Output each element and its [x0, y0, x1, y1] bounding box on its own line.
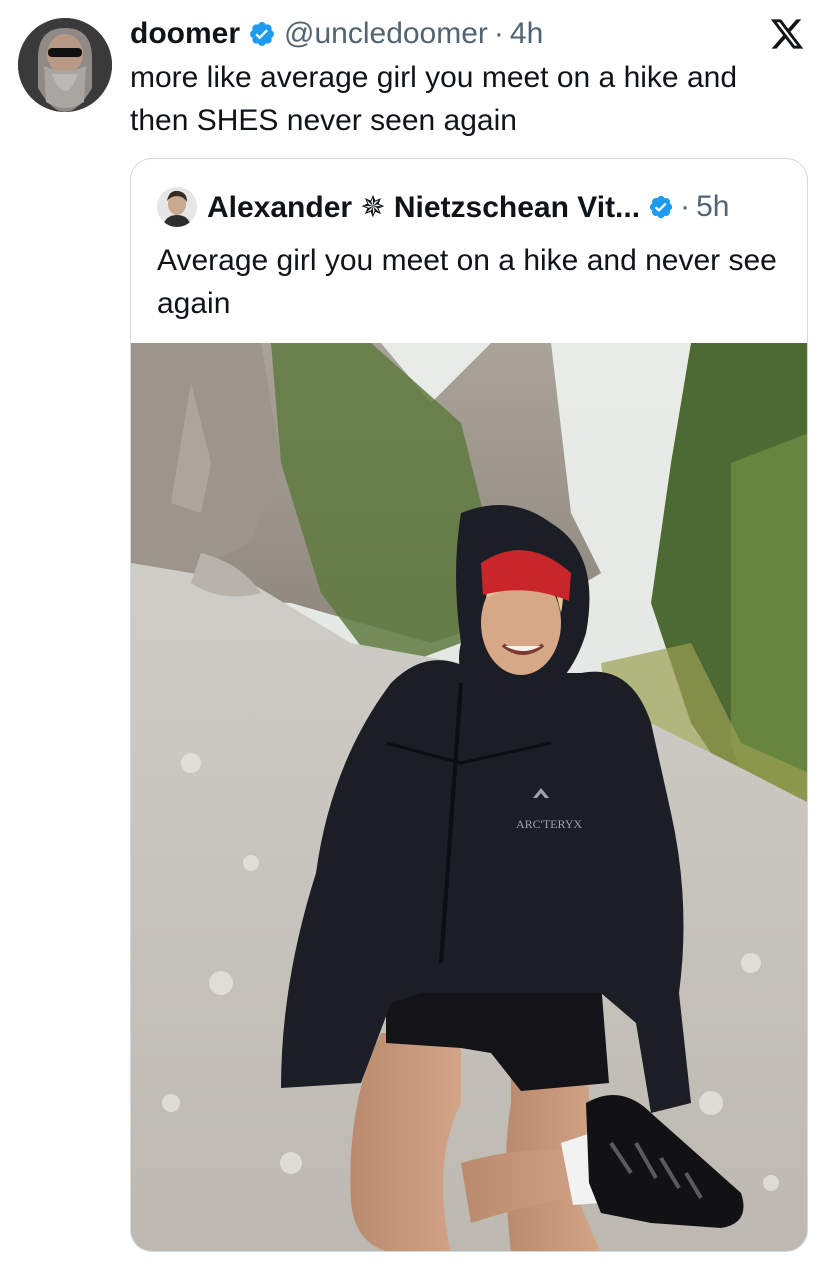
hiker-photo: ARC'TERYX [131, 343, 807, 1251]
bearded-man-sunglasses-avatar [18, 18, 112, 112]
separator-dot: · [493, 17, 504, 50]
quoted-tweet-photo[interactable]: ARC'TERYX [131, 343, 807, 1251]
quoted-author-avatar[interactable] [157, 187, 197, 227]
author-avatar[interactable] [18, 18, 112, 112]
author-handle[interactable]: @uncledoomer [284, 17, 488, 51]
jacket-logo-text: ARC'TERYX [516, 817, 583, 831]
x-logo-icon[interactable] [768, 16, 806, 52]
quoted-author-display-name[interactable]: Alexander ✵ Nietzschean Vit... [207, 190, 640, 225]
man-portrait-avatar [157, 187, 197, 227]
separator-dot: · [680, 190, 691, 223]
tweet-text: more like average girl you meet on a hik… [130, 61, 738, 137]
quoted-tweet-text: Average girl you meet on a hike and neve… [157, 244, 777, 320]
quoted-tweet-timestamp[interactable]: 5h [696, 190, 729, 224]
verified-badge-icon [248, 20, 276, 48]
author-display-name[interactable]: doomer [130, 17, 240, 51]
tweet-header: doomer @uncledoomer · 4h [130, 14, 543, 54]
quoted-tweet-header: Alexander ✵ Nietzschean Vit... · 5h [157, 187, 729, 227]
quoted-tweet-card[interactable]: Alexander ✵ Nietzschean Vit... · 5h Aver… [130, 158, 808, 1252]
verified-badge-icon [648, 194, 674, 220]
tweet-timestamp[interactable]: 4h [510, 17, 543, 51]
